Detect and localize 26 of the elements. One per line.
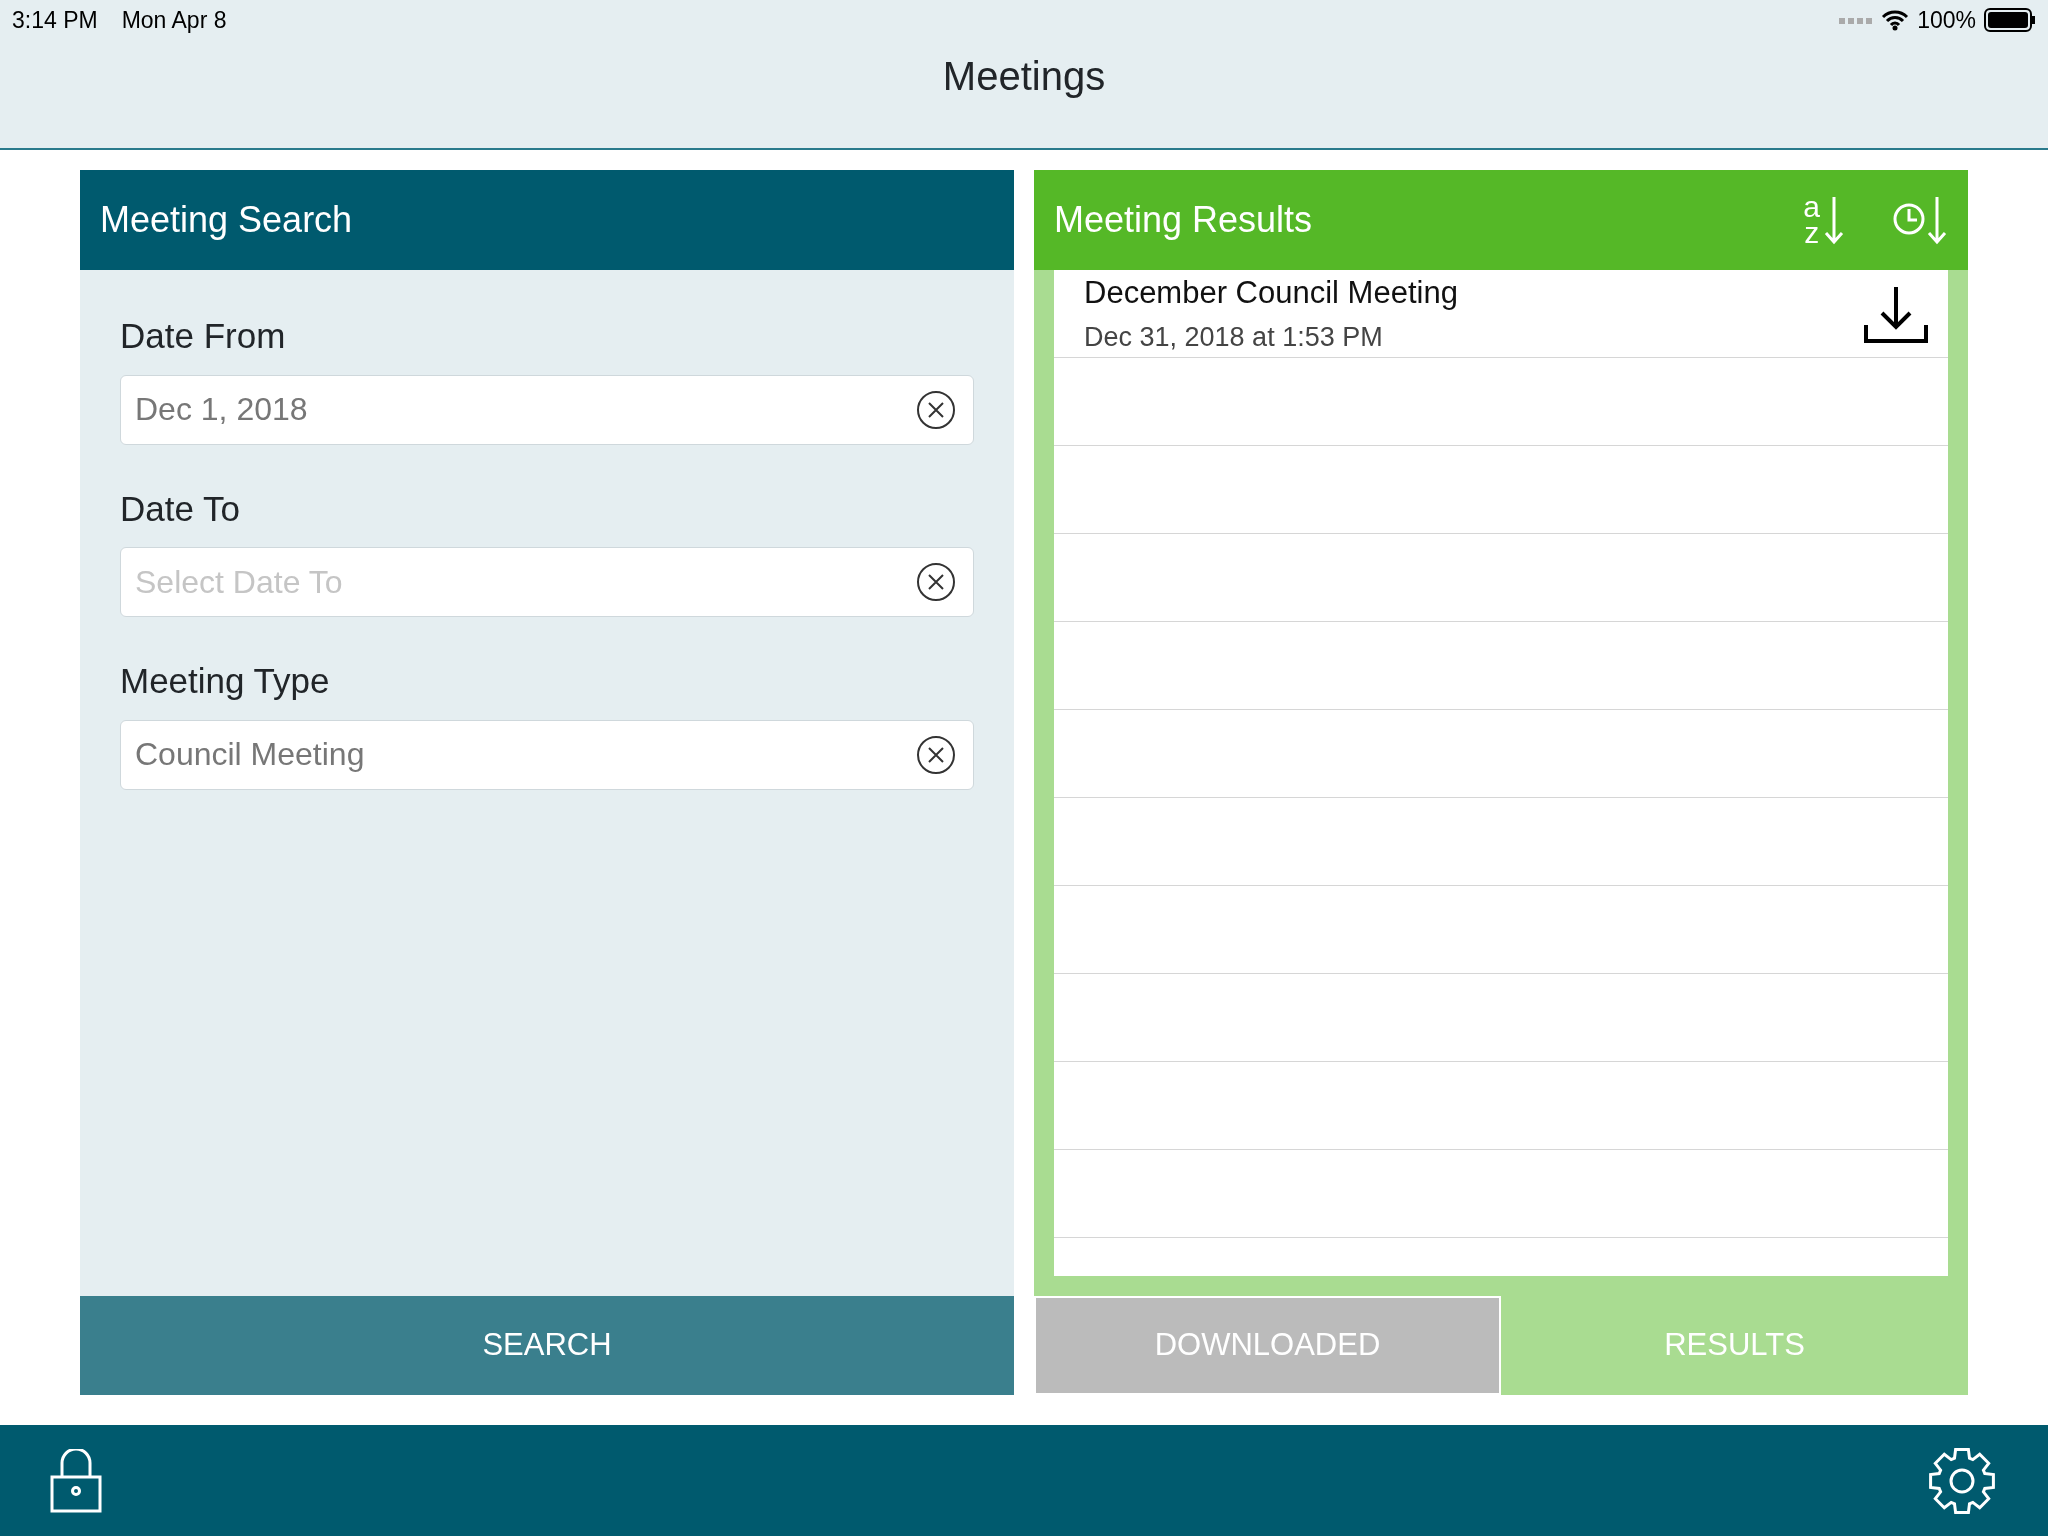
field-label: Date To — [120, 487, 241, 530]
clear-icon[interactable] — [916, 389, 956, 430]
panel-title: Meeting Search — [100, 198, 353, 242]
sort-alphabetical-button[interactable]: a z — [1803, 194, 1844, 246]
battery-icon — [1984, 8, 2036, 32]
field-label: Date From — [120, 315, 287, 357]
wifi-icon — [1881, 9, 1910, 31]
result-row[interactable]: December Council Meeting Dec 31, 2018 at 1:53 PM — [1054, 270, 1948, 358]
clear-icon[interactable] — [916, 734, 956, 775]
screen-title: Meetings — [942, 54, 1106, 98]
input-field[interactable]: Council Meeting — [120, 719, 974, 790]
status-date: Mon Apr 8 — [121, 5, 227, 35]
battery-percent: 100% — [1917, 5, 1976, 35]
signal-icon — [1839, 16, 1874, 24]
input-field[interactable]: Dec 1, 2018 — [120, 374, 974, 445]
meeting-date: Dec 31, 2018 at 1:53 PM — [1084, 320, 1384, 354]
meeting-title: December Council Meeting — [1084, 274, 1459, 312]
clear-icon[interactable] — [916, 562, 956, 602]
status-time: 3:14 PM — [12, 5, 98, 35]
sort-by-time-icon[interactable] — [1892, 195, 1948, 245]
download-icon[interactable] — [1864, 284, 1928, 343]
search-button[interactable]: SEARCH — [80, 1296, 1014, 1395]
input-field[interactable]: Select Date To — [120, 547, 974, 617]
panel-title: Meeting Results — [1054, 198, 1314, 242]
field-label: Meeting Type — [120, 660, 331, 702]
lock-icon[interactable] — [50, 1448, 102, 1513]
